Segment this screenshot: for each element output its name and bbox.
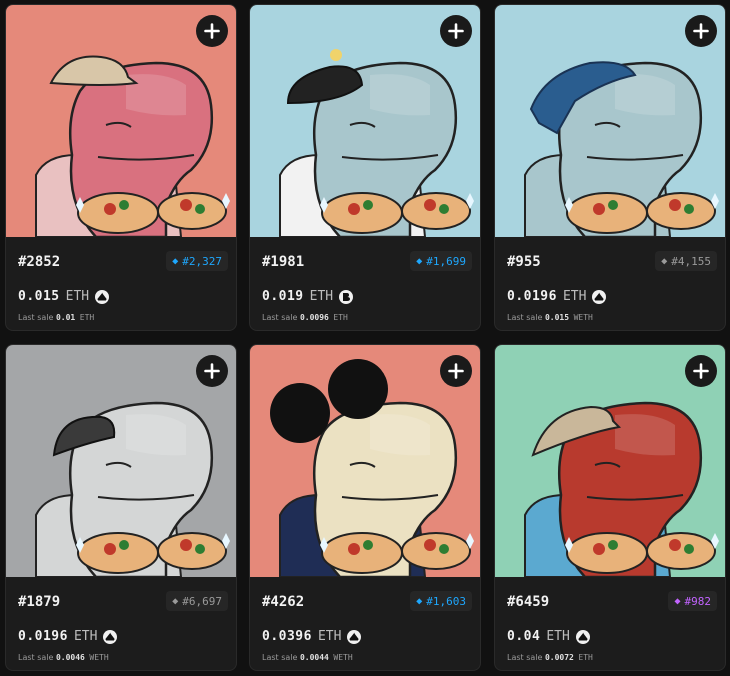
price-amount: 0.015 — [18, 289, 60, 304]
listing-price: 0.0196 ETH — [18, 629, 118, 644]
last-sale-unit: ETH — [79, 313, 95, 322]
last-sale-label: Last sale — [507, 313, 543, 322]
nft-grid: #2852 ◆ #2,327 0.015 ETH Last sale 0.01 … — [0, 0, 730, 676]
add-to-cart-button[interactable] — [440, 355, 472, 387]
plus-icon — [693, 23, 709, 39]
listing-price: 0.015 ETH — [18, 289, 110, 304]
last-sale-unit: WETH — [89, 653, 109, 662]
plus-icon — [448, 23, 464, 39]
nft-card-info: #2852 ◆ #2,327 0.015 ETH Last sale 0.01 … — [6, 237, 236, 330]
diamond-icon: ◆ — [661, 255, 668, 267]
add-to-cart-button[interactable] — [440, 15, 472, 47]
diamond-icon: ◆ — [416, 255, 423, 267]
rarity-rank-value: #2,327 — [182, 254, 222, 268]
last-sale: Last sale 0.0046 WETH — [18, 653, 109, 662]
diamond-icon: ◆ — [172, 255, 179, 267]
diamond-icon: ◆ — [674, 595, 681, 607]
diamond-icon: ◆ — [172, 595, 179, 607]
opensea-icon — [575, 629, 590, 644]
price-unit: ETH — [317, 629, 342, 644]
add-to-cart-button[interactable] — [196, 355, 228, 387]
last-sale-value: 0.01 — [55, 313, 76, 322]
last-sale-value: 0.0046 — [55, 653, 85, 662]
blur-icon — [339, 289, 354, 304]
add-to-cart-button[interactable] — [685, 15, 717, 47]
nft-card-info: #4262 ◆ #1,603 0.0396 ETH Last sale 0.00… — [250, 577, 480, 670]
nft-card-info: #1879 ◆ #6,697 0.0196 ETH Last sale 0.00… — [6, 577, 236, 670]
last-sale: Last sale 0.0044 WETH — [262, 653, 353, 662]
last-sale: Last sale 0.015 WETH — [507, 313, 593, 322]
price-unit: ETH — [309, 289, 334, 304]
opensea-icon — [103, 629, 118, 644]
opensea-icon — [95, 289, 110, 304]
last-sale-label: Last sale — [507, 653, 543, 662]
token-id: #1981 — [262, 254, 305, 270]
rarity-rank-badge: ◆ #2,327 — [166, 251, 228, 271]
listing-price: 0.0196 ETH — [507, 289, 607, 304]
rarity-rank-value: #1,603 — [426, 594, 466, 608]
listing-price: 0.019 ETH — [262, 289, 354, 304]
last-sale-unit: ETH — [333, 313, 348, 322]
opensea-icon — [347, 629, 362, 644]
listing-price: 0.0396 ETH — [262, 629, 362, 644]
plus-icon — [204, 23, 220, 39]
last-sale-value: 0.0072 — [544, 653, 574, 662]
rarity-rank-badge: ◆ #982 — [668, 591, 717, 611]
price-amount: 0.0196 — [18, 629, 68, 644]
token-id: #2852 — [18, 254, 61, 270]
price-amount: 0.019 — [262, 289, 304, 304]
nft-card[interactable]: #2852 ◆ #2,327 0.015 ETH Last sale 0.01 … — [5, 4, 237, 331]
rarity-rank-value: #4,155 — [671, 254, 711, 268]
last-sale-value: 0.0044 — [299, 653, 329, 662]
last-sale-label: Last sale — [18, 313, 54, 322]
nft-card[interactable]: #6459 ◆ #982 0.04 ETH Last sale 0.0072 E… — [494, 344, 726, 671]
nft-card[interactable]: #1879 ◆ #6,697 0.0196 ETH Last sale 0.00… — [5, 344, 237, 671]
nft-card-info: #955 ◆ #4,155 0.0196 ETH Last sale 0.015… — [495, 237, 725, 330]
last-sale-label: Last sale — [18, 653, 54, 662]
price-amount: 0.0196 — [507, 289, 557, 304]
last-sale-unit: WETH — [573, 313, 593, 322]
token-id: #1879 — [18, 594, 61, 610]
last-sale-unit: ETH — [578, 653, 593, 662]
price-amount: 0.04 — [507, 629, 541, 644]
rarity-rank-badge: ◆ #6,697 — [166, 591, 228, 611]
price-unit: ETH — [65, 289, 90, 304]
add-to-cart-button[interactable] — [685, 355, 717, 387]
token-id: #4262 — [262, 594, 305, 610]
rarity-rank-badge: ◆ #4,155 — [655, 251, 717, 271]
nft-card[interactable]: #1981 ◆ #1,699 0.019 ETH Last sale 0.009… — [249, 4, 481, 331]
diamond-icon: ◆ — [416, 595, 423, 607]
last-sale: Last sale 0.0072 ETH — [507, 653, 593, 662]
rarity-rank-value: #1,699 — [426, 254, 466, 268]
plus-icon — [204, 363, 220, 379]
plus-icon — [448, 363, 464, 379]
listing-price: 0.04 ETH — [507, 629, 590, 644]
rarity-rank-value: #6,697 — [182, 594, 222, 608]
last-sale-label: Last sale — [262, 313, 298, 322]
last-sale-unit: WETH — [333, 653, 353, 662]
token-id: #6459 — [507, 594, 550, 610]
nft-card[interactable]: #4262 ◆ #1,603 0.0396 ETH Last sale 0.00… — [249, 344, 481, 671]
price-amount: 0.0396 — [262, 629, 312, 644]
opensea-icon — [592, 289, 607, 304]
price-unit: ETH — [73, 629, 98, 644]
nft-card-info: #1981 ◆ #1,699 0.019 ETH Last sale 0.009… — [250, 237, 480, 330]
last-sale: Last sale 0.01 ETH — [18, 313, 94, 322]
nft-card[interactable]: #955 ◆ #4,155 0.0196 ETH Last sale 0.015… — [494, 4, 726, 331]
last-sale-value: 0.0096 — [299, 313, 329, 322]
price-unit: ETH — [546, 629, 570, 644]
last-sale-label: Last sale — [262, 653, 298, 662]
rarity-rank-value: #982 — [684, 594, 712, 608]
nft-card-info: #6459 ◆ #982 0.04 ETH Last sale 0.0072 E… — [495, 577, 725, 670]
add-to-cart-button[interactable] — [196, 15, 228, 47]
last-sale: Last sale 0.0096 ETH — [262, 313, 348, 322]
rarity-rank-badge: ◆ #1,699 — [410, 251, 472, 271]
rarity-rank-badge: ◆ #1,603 — [410, 591, 472, 611]
plus-icon — [693, 363, 709, 379]
token-id: #955 — [507, 254, 541, 270]
price-unit: ETH — [562, 289, 587, 304]
last-sale-value: 0.015 — [544, 313, 570, 322]
